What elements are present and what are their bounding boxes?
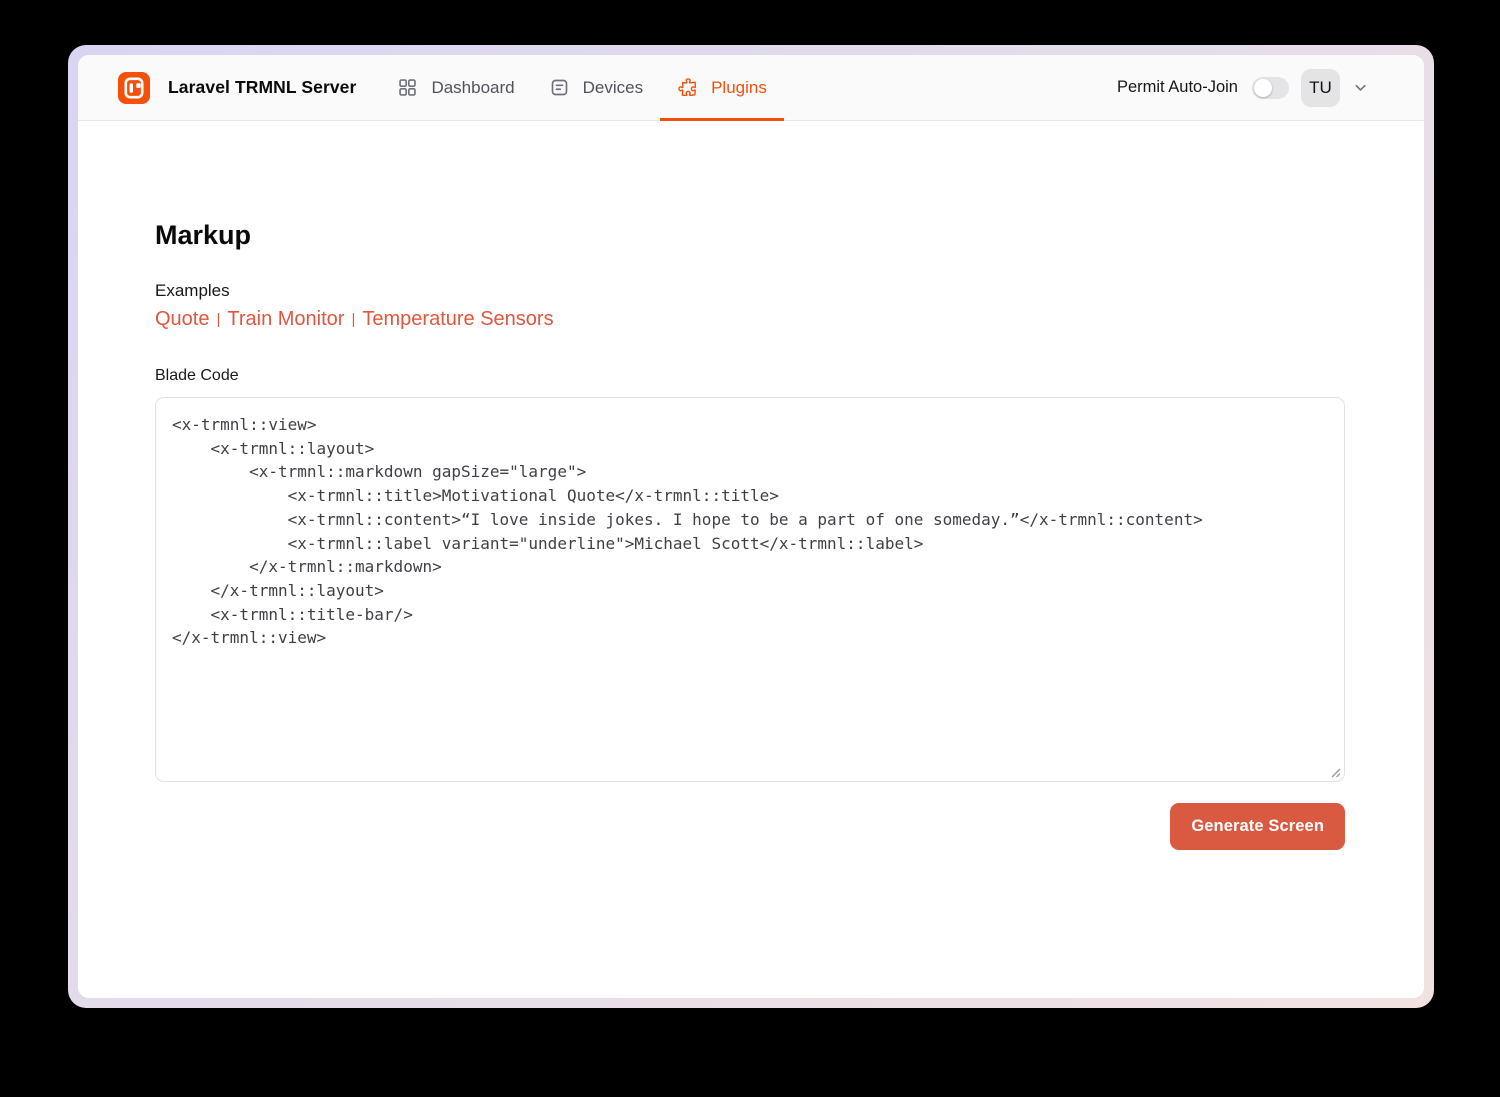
page-title: Markup bbox=[155, 219, 1346, 251]
nav-item-devices[interactable]: Devices bbox=[532, 55, 660, 120]
app-header: Laravel TRMNL Server Dashboard bbox=[78, 55, 1424, 121]
nav-item-plugins[interactable]: Plugins bbox=[660, 55, 784, 120]
app-title: Laravel TRMNL Server bbox=[168, 77, 356, 98]
brand: Laravel TRMNL Server bbox=[118, 55, 356, 120]
example-link-train-monitor[interactable]: Train Monitor bbox=[227, 308, 344, 330]
nav-label-plugins: Plugins bbox=[711, 78, 767, 98]
blade-code-textarea[interactable]: <x-trmnl::view> <x-trmnl::layout> <x-trm… bbox=[155, 397, 1345, 782]
example-link-quote[interactable]: Quote bbox=[155, 308, 209, 330]
nav-label-devices: Devices bbox=[583, 78, 643, 98]
link-separator: | bbox=[209, 311, 227, 328]
main-nav: Dashboard Devices bbox=[380, 55, 783, 120]
main-content: Markup Examples Quote|Train Monitor|Temp… bbox=[78, 121, 1424, 998]
toggle-knob bbox=[1254, 79, 1272, 97]
link-separator: | bbox=[344, 311, 362, 328]
nav-item-dashboard[interactable]: Dashboard bbox=[380, 55, 531, 120]
plugins-puzzle-icon bbox=[677, 77, 698, 98]
examples-label: Examples bbox=[155, 279, 1346, 303]
header-right: Permit Auto-Join TU bbox=[1117, 55, 1369, 120]
blade-code-label: Blade Code bbox=[155, 365, 1346, 387]
example-links: Quote|Train Monitor|Temperature Sensors bbox=[155, 305, 1346, 335]
permit-auto-join-label: Permit Auto-Join bbox=[1117, 78, 1238, 97]
button-row: Generate Screen bbox=[155, 803, 1345, 850]
example-link-temperature-sensors[interactable]: Temperature Sensors bbox=[362, 308, 553, 330]
app-window: Laravel TRMNL Server Dashboard bbox=[78, 55, 1424, 998]
generate-screen-button[interactable]: Generate Screen bbox=[1170, 803, 1345, 850]
nav-label-dashboard: Dashboard bbox=[431, 78, 514, 98]
chevron-down-icon[interactable] bbox=[1352, 79, 1369, 96]
blade-code-container: <x-trmnl::view> <x-trmnl::layout> <x-trm… bbox=[155, 397, 1345, 782]
permit-auto-join-toggle[interactable] bbox=[1252, 77, 1289, 99]
textarea-resize-handle[interactable] bbox=[1329, 765, 1341, 777]
dashboard-grid-icon bbox=[397, 77, 418, 98]
user-avatar[interactable]: TU bbox=[1301, 69, 1340, 107]
devices-icon bbox=[549, 77, 570, 98]
avatar-initials: TU bbox=[1309, 78, 1332, 98]
window-frame: Laravel TRMNL Server Dashboard bbox=[68, 45, 1434, 1008]
trmnl-logo-icon bbox=[118, 72, 150, 104]
